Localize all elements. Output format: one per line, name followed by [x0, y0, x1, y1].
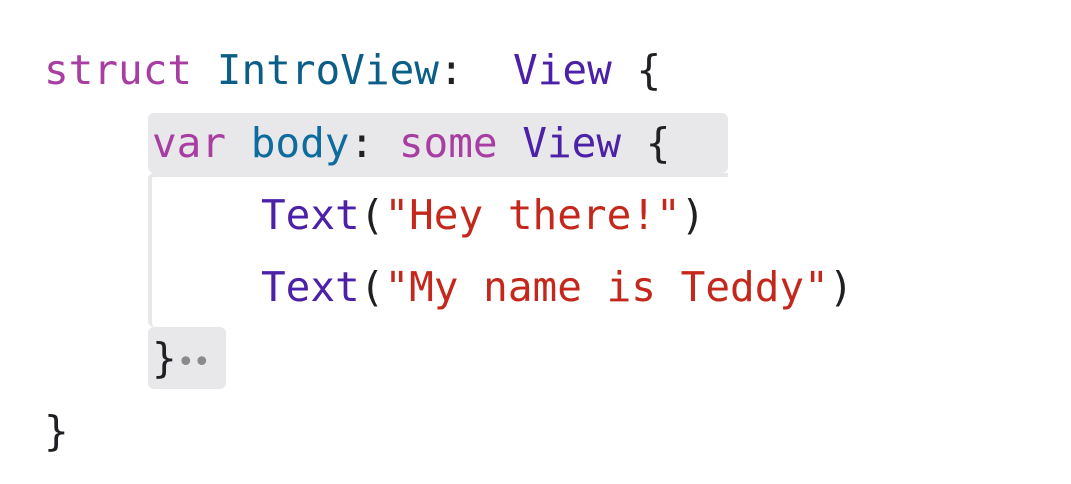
code-editor[interactable]: struct IntroView: View { var body: some … — [0, 0, 1071, 484]
close-paren: ) — [680, 191, 706, 239]
open-brace: { — [645, 119, 671, 167]
code-line-5[interactable]: }•• — [152, 329, 211, 387]
code-line-2[interactable]: var body: some View { — [152, 114, 670, 172]
struct-name: IntroView — [216, 46, 439, 94]
keyword-struct: struct — [44, 46, 193, 94]
open-paren: ( — [359, 263, 385, 311]
close-brace: } — [152, 334, 177, 382]
type-name: View — [522, 119, 622, 167]
protocol-name: View — [513, 46, 612, 94]
function-call: Text — [261, 191, 360, 239]
property-name: body — [250, 119, 350, 167]
colon: : — [349, 119, 375, 167]
code-line-4[interactable]: Text("My name is Teddy") — [261, 258, 853, 316]
keyword-some: some — [398, 119, 498, 167]
keyword-var: var — [152, 119, 227, 167]
close-paren: ) — [828, 263, 854, 311]
fold-ellipsis-icon[interactable]: •• — [177, 345, 211, 380]
open-brace: { — [636, 46, 662, 94]
open-paren: ( — [359, 191, 385, 239]
function-call: Text — [261, 263, 360, 311]
code-line-6[interactable]: } — [44, 402, 69, 460]
code-line-3[interactable]: Text("Hey there!") — [261, 186, 705, 244]
code-line-1[interactable]: struct IntroView: View { — [44, 41, 661, 99]
close-brace: } — [44, 407, 69, 455]
colon: : — [438, 46, 464, 94]
string-literal: "My name is Teddy" — [384, 263, 829, 311]
string-literal: "Hey there!" — [384, 191, 681, 239]
